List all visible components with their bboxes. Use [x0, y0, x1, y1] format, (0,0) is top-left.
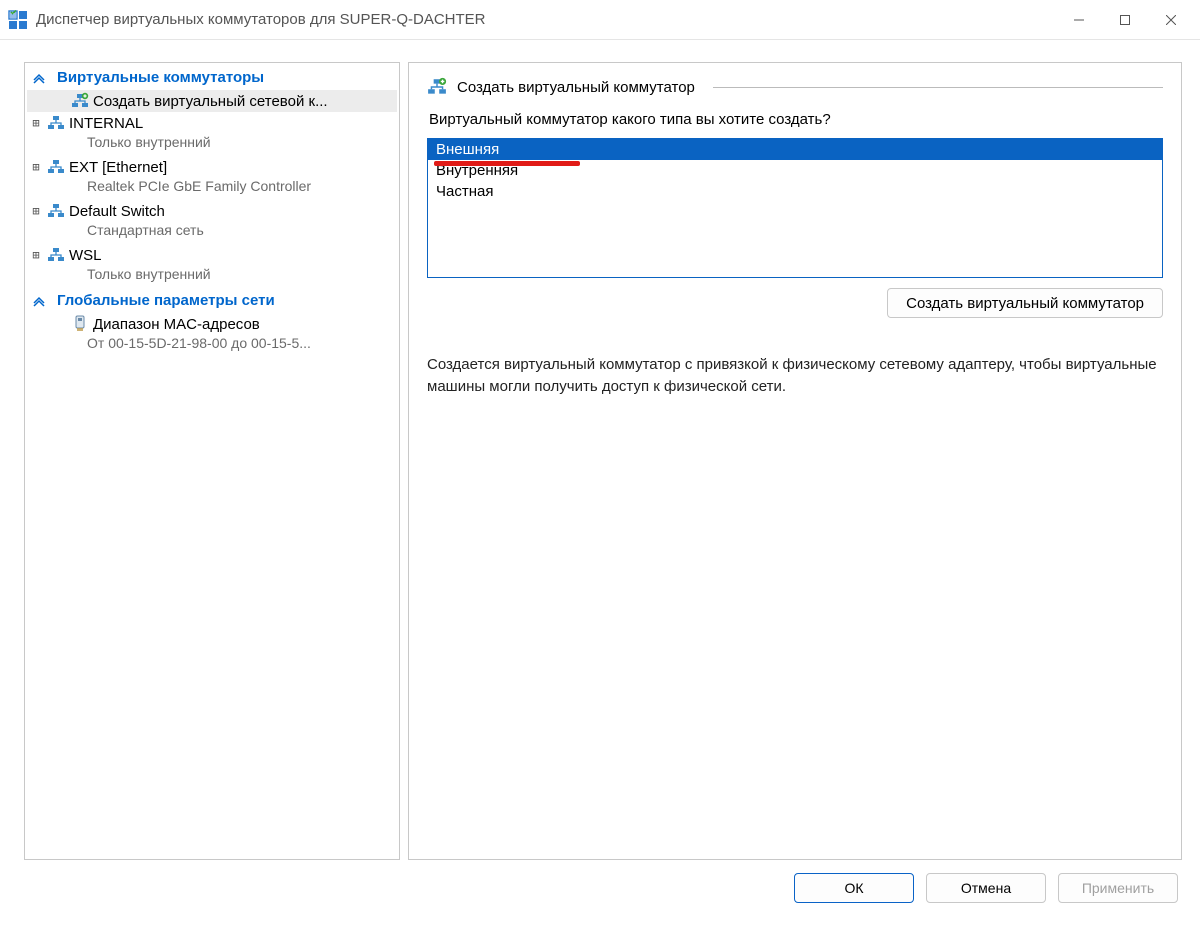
switch-type-option-external[interactable]: Внешняя — [428, 139, 1162, 160]
switch-new-icon — [71, 92, 89, 110]
divider — [713, 87, 1163, 88]
switch-type-option-private[interactable]: Частная — [428, 181, 1162, 202]
expand-icon[interactable]: ⊞ — [29, 204, 43, 218]
sidebar-item-create-switch[interactable]: Создать виртуальный сетевой к... — [27, 90, 397, 112]
titlebar: Диспетчер виртуальных коммутаторов для S… — [0, 0, 1200, 40]
sidebar-item-label: Диапазон MAC-адресов — [93, 316, 260, 333]
collapse-icon — [33, 295, 49, 307]
switch-icon — [47, 246, 65, 264]
sidebar-item-detail: Только внутренний — [27, 266, 397, 288]
window-title: Диспетчер виртуальных коммутаторов для S… — [36, 11, 1056, 28]
switch-icon — [47, 114, 65, 132]
sidebar-item-detail: Только внутренний — [27, 134, 397, 156]
sidebar-item-ext[interactable]: ⊞ EXT [Ethernet] — [27, 156, 397, 178]
app-icon — [8, 10, 28, 30]
annotation-underline — [434, 161, 580, 166]
switch-type-description: Создается виртуальный коммутатор с привя… — [427, 354, 1163, 398]
cancel-button[interactable]: Отмена — [926, 873, 1046, 903]
switch-new-icon — [427, 77, 447, 97]
nic-icon — [71, 315, 89, 333]
sidebar-item-internal[interactable]: ⊞ INTERNAL — [27, 112, 397, 134]
sidebar-item-detail: От 00-15-5D-21-98-00 до 00-15-5... — [27, 335, 397, 357]
section-title: Глобальные параметры сети — [57, 292, 275, 309]
section-global-network[interactable]: Глобальные параметры сети — [27, 288, 397, 313]
switch-type-listbox[interactable]: Внешняя Внутренняя Частная — [427, 138, 1163, 278]
collapse-icon — [33, 72, 49, 84]
sidebar-item-label: Default Switch — [69, 203, 165, 220]
section-title: Виртуальные коммутаторы — [57, 69, 264, 86]
sidebar-item-detail: Realtek PCIe GbE Family Controller — [27, 178, 397, 200]
create-switch-button[interactable]: Создать виртуальный коммутатор — [887, 288, 1163, 318]
minimize-button[interactable] — [1056, 4, 1102, 36]
switch-type-question: Виртуальный коммутатор какого типа вы хо… — [429, 111, 1163, 128]
sidebar-item-detail: Стандартная сеть — [27, 222, 397, 244]
sidebar-item-wsl[interactable]: ⊞ WSL — [27, 244, 397, 266]
sidebar-item-label: INTERNAL — [69, 115, 143, 132]
dialog-footer: ОК Отмена Применить — [24, 860, 1182, 916]
main-panel: Создать виртуальный коммутатор Виртуальн… — [408, 62, 1182, 860]
sidebar-item-label: Создать виртуальный сетевой к... — [93, 93, 328, 110]
sidebar-item-label: EXT [Ethernet] — [69, 159, 167, 176]
switch-icon — [47, 202, 65, 220]
expand-icon[interactable]: ⊞ — [29, 116, 43, 130]
sidebar-item-label: WSL — [69, 247, 102, 264]
sidebar-item-default-switch[interactable]: ⊞ Default Switch — [27, 200, 397, 222]
sidebar-item-mac-range[interactable]: Диапазон MAC-адресов — [27, 313, 397, 335]
switch-icon — [47, 158, 65, 176]
ok-button[interactable]: ОК — [794, 873, 914, 903]
expand-icon[interactable]: ⊞ — [29, 160, 43, 174]
expand-icon[interactable]: ⊞ — [29, 248, 43, 262]
maximize-button[interactable] — [1102, 4, 1148, 36]
sidebar: Виртуальные коммутаторы Создать виртуаль… — [24, 62, 400, 860]
group-title: Создать виртуальный коммутатор — [457, 79, 695, 96]
apply-button[interactable]: Применить — [1058, 873, 1178, 903]
section-virtual-switches[interactable]: Виртуальные коммутаторы — [27, 65, 397, 90]
close-button[interactable] — [1148, 4, 1194, 36]
